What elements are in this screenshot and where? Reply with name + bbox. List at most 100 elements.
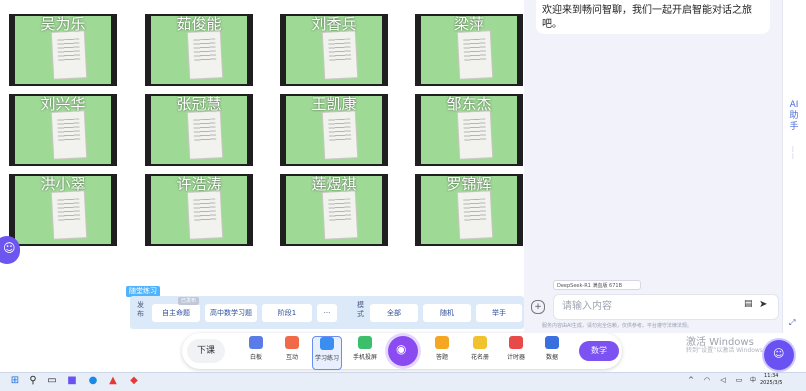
search-icon[interactable]: ⚲	[26, 374, 40, 387]
tray-chevron-icon[interactable]: ^	[684, 374, 698, 387]
taskbar-clock[interactable]: 11:34 2025/3/5	[760, 373, 782, 387]
timer-tool[interactable]: 计时器	[502, 336, 530, 368]
self-question-button[interactable]: 自主命题	[152, 304, 200, 322]
roster-tool[interactable]: 花名册	[466, 336, 494, 368]
windows-start-icon[interactable]: ⊞	[8, 374, 22, 387]
more-button[interactable]: ···	[317, 304, 337, 322]
new-chat-icon[interactable]: +	[531, 300, 545, 314]
edge-icon[interactable]: ●	[86, 374, 100, 387]
robot-icon: ☺	[3, 241, 16, 255]
mode-label: 模式	[357, 301, 364, 318]
tool-label: 白板	[249, 354, 262, 361]
student-name: 罗锦辉	[446, 175, 492, 193]
robot-icon: ☺	[773, 347, 785, 360]
send-icon[interactable]: ➤	[759, 299, 767, 310]
student-name: 王凯康	[311, 95, 357, 113]
stage-button[interactable]: 阶段1	[262, 304, 312, 322]
camera-button[interactable]: ◉	[388, 336, 418, 366]
answer-tool[interactable]: 答题	[428, 336, 456, 368]
student-tile[interactable]: 茹俊能	[145, 14, 253, 86]
student-tile[interactable]: 张冠慧	[145, 94, 253, 166]
mode-random-button[interactable]: 随机	[423, 304, 471, 322]
worksheet-image	[51, 31, 87, 79]
tool-label: 手机投屏	[352, 354, 377, 361]
student-tile[interactable]: 莲煜祺	[280, 174, 388, 246]
end-class-button[interactable]: 下课	[187, 339, 225, 363]
worksheet-image	[187, 111, 223, 159]
clock-time: 11:34	[764, 373, 779, 379]
chart-icon	[545, 336, 559, 349]
student-name: 刘香兵	[311, 15, 357, 33]
worksheet-image	[187, 191, 223, 239]
chat-input[interactable]	[562, 299, 732, 314]
camera-icon: ◉	[396, 342, 407, 356]
attach-icon[interactable]: ▤	[744, 299, 753, 309]
tool-label: 互动	[285, 354, 298, 361]
battery-icon[interactable]: ▭	[732, 374, 746, 387]
screen-cast-tool[interactable]: 手机投屏	[351, 336, 379, 368]
student-tile[interactable]: 刘香兵	[280, 14, 388, 86]
subject-math-button[interactable]: 数学	[579, 341, 619, 361]
model-selector[interactable]: DeepSeek-R1 满血版 671B	[553, 280, 641, 290]
student-name: 刘兴华	[40, 95, 86, 113]
expand-icon[interactable]: ⤢	[789, 318, 795, 328]
welcome-message: 欢迎来到畅问智聊，我们一起开启智能对话之旅吧。	[536, 0, 770, 34]
student-tile[interactable]: 刘兴华	[9, 94, 117, 166]
worksheet-image	[322, 111, 358, 159]
student-name: 吴为乐	[40, 15, 86, 33]
student-tile[interactable]: 许浩涛	[145, 174, 253, 246]
publish-label: 发布	[137, 301, 144, 318]
task-view-icon[interactable]: ▭	[45, 374, 59, 387]
student-name: 梁萍	[453, 15, 484, 33]
worksheet-image	[322, 31, 358, 79]
whiteboard-tool[interactable]: 白板	[242, 336, 270, 368]
interact-icon	[285, 336, 299, 349]
student-tile[interactable]: 王凯康	[280, 94, 388, 166]
wps-icon[interactable]: ◆	[127, 374, 141, 387]
app-icon[interactable]: ■	[65, 374, 79, 387]
worksheet-image	[187, 31, 223, 79]
student-tile[interactable]: 洪小翠	[9, 174, 117, 246]
tool-label: 学习练习	[314, 355, 339, 362]
ime-icon[interactable]: 中	[746, 374, 760, 387]
worksheet-image	[457, 31, 493, 79]
mode-raise-hand-button[interactable]: 举手	[476, 304, 522, 322]
student-tile[interactable]: 吴为乐	[9, 14, 117, 86]
student-name: 莲煜祺	[311, 175, 357, 193]
tool-label: 计时器	[506, 354, 525, 361]
student-tile[interactable]: 梁萍	[415, 14, 523, 86]
phone-cast-icon	[358, 336, 372, 349]
worksheet-image	[51, 111, 87, 159]
worksheet-image	[51, 191, 87, 239]
mode-all-button[interactable]: 全部	[370, 304, 418, 322]
practice-tool[interactable]: 学习练习	[312, 336, 342, 370]
roster-icon	[473, 336, 487, 349]
network-icon[interactable]: ◠	[700, 374, 714, 387]
assistant-fab-right[interactable]: ☺	[764, 340, 794, 370]
student-tile[interactable]: 邹东杰	[415, 94, 523, 166]
interact-tool[interactable]: 互动	[278, 336, 306, 368]
assistant-fab-left[interactable]: ☺	[0, 236, 20, 264]
tool-label: 答题	[435, 354, 448, 361]
timer-icon	[509, 336, 523, 349]
clock-date: 2025/3/5	[760, 380, 783, 386]
activate-windows-hint: 转到“设置”以激活 Windows。	[686, 347, 769, 354]
tool-label: 数据	[545, 354, 558, 361]
student-name: 许浩涛	[176, 175, 222, 193]
book-icon	[320, 337, 334, 350]
disclaimer: 服务内容由AI生成，请勿完全信赖，仅供参考。平台遵守法律法规。	[542, 323, 692, 329]
worksheet-image	[457, 111, 493, 159]
student-name: 邹东杰	[446, 95, 492, 113]
office-icon[interactable]: ▲	[106, 374, 120, 387]
question-bank-button[interactable]: 高中数学习题	[205, 304, 257, 322]
ai-side-strip	[782, 0, 806, 333]
volume-icon[interactable]: ◁	[716, 374, 730, 387]
published-badge: 已发布	[178, 297, 200, 305]
ai-assistant-tab[interactable]: AI助手	[788, 100, 800, 133]
worksheet-image	[457, 191, 493, 239]
data-tool[interactable]: 数据	[538, 336, 566, 368]
student-tile[interactable]: 罗锦辉	[415, 174, 523, 246]
student-name: 张冠慧	[176, 95, 222, 113]
collapse-chevron-icon[interactable]: ⋮ ⋮	[790, 146, 796, 160]
classroom-screen: 吴为乐 茹俊能 刘香兵 梁萍 刘兴华 张冠慧 王凯康 邹东杰 洪小翠 许浩涛 莲…	[0, 0, 806, 391]
